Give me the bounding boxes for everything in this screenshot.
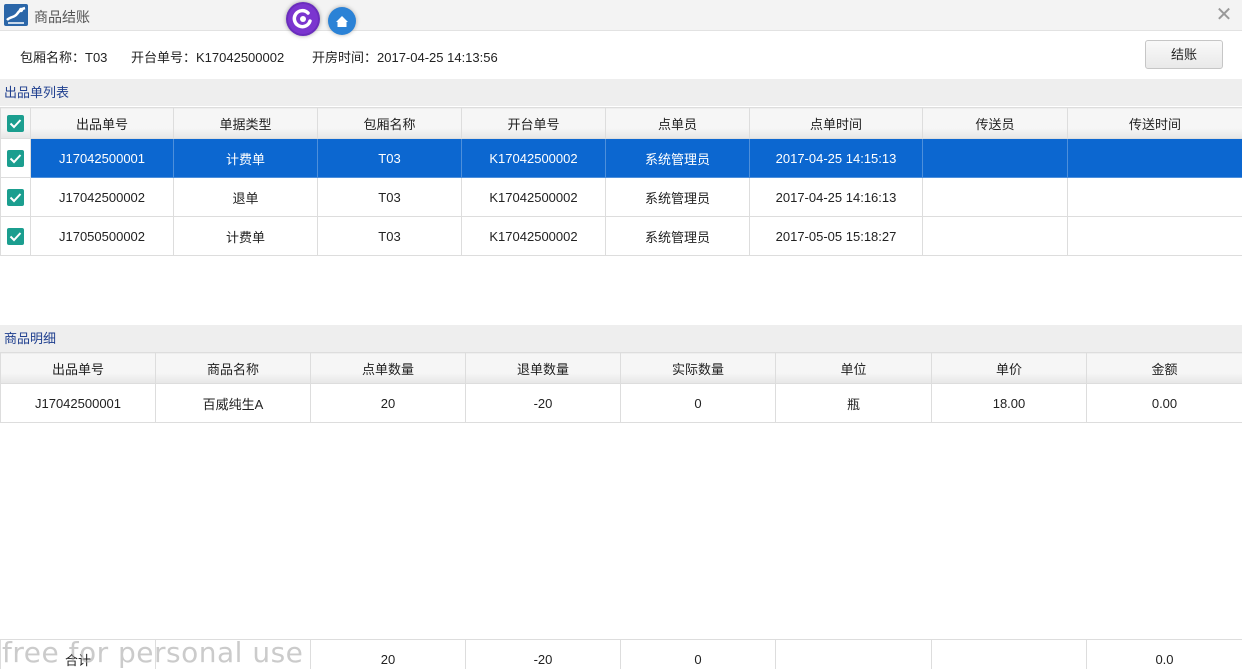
table-row[interactable]: J17050500002 计费单 T03 K17042500002 系统管理员 … <box>0 216 1242 256</box>
table-cell <box>922 138 1068 178</box>
table-cell <box>922 177 1068 217</box>
column-header[interactable]: 出品单号 <box>30 107 174 139</box>
order-list-table: 出品单号 单据类型 包厢名称 开台单号 点单员 点单时间 传送员 传送时间 J1… <box>0 107 1242 256</box>
totals-label: 合计 <box>0 639 156 669</box>
table-cell: J17042500002 <box>30 177 174 217</box>
table-row[interactable]: J17042500001 百威纯生A 20 -20 0 瓶 18.00 0.00 <box>0 383 1242 423</box>
totals-empty-cell <box>775 639 932 669</box>
checkbox-checked-icon <box>7 149 24 167</box>
table-cell: 0.00 <box>1086 383 1242 423</box>
column-header[interactable]: 退单数量 <box>465 352 621 384</box>
column-header[interactable]: 点单员 <box>605 107 750 139</box>
checkbox-checked-icon <box>7 227 24 245</box>
table-cell: 18.00 <box>931 383 1087 423</box>
detail-table-header: 出品单号 商品名称 点单数量 退单数量 实际数量 单位 单价 金额 <box>0 352 1242 384</box>
window-titlebar: 商品结账 ✕ <box>0 0 1242 31</box>
table-row[interactable]: J17042500002 退单 T03 K17042500002 系统管理员 2… <box>0 177 1242 217</box>
column-header[interactable]: 出品单号 <box>0 352 156 384</box>
checkbox-checked-icon <box>7 188 24 206</box>
table-cell: 系统管理员 <box>605 138 750 178</box>
table-cell: T03 <box>317 138 462 178</box>
table-cell: -20 <box>465 383 621 423</box>
column-header[interactable]: 单据类型 <box>173 107 318 139</box>
checkout-button[interactable]: 结账 <box>1145 40 1223 69</box>
table-cell: 系统管理员 <box>605 216 750 256</box>
select-all-checkbox[interactable] <box>0 107 31 139</box>
table-cell: 0 <box>620 383 776 423</box>
row-checkbox[interactable] <box>0 216 31 256</box>
product-detail-section-title: 商品明细 <box>0 325 1242 352</box>
table-cell: J17050500002 <box>30 216 174 256</box>
table-cell <box>1067 138 1242 178</box>
checkbox-checked-icon <box>7 114 24 132</box>
column-header[interactable]: 单价 <box>931 352 1087 384</box>
table-cell: 系统管理员 <box>605 177 750 217</box>
table-cell <box>922 216 1068 256</box>
column-header[interactable]: 传送时间 <box>1067 107 1242 139</box>
totals-row: 合计 20 -20 0 0.0 <box>0 639 1242 669</box>
close-icon: ✕ <box>1215 4 1233 26</box>
row-checkbox[interactable] <box>0 138 31 178</box>
table-cell: J17042500001 <box>0 383 156 423</box>
column-header[interactable]: 点单时间 <box>749 107 923 139</box>
table-cell: 退单 <box>173 177 318 217</box>
totals-order-qty: 20 <box>310 639 466 669</box>
table-cell: 2017-04-25 14:15:13 <box>749 138 923 178</box>
totals-table: 合计 20 -20 0 0.0 <box>0 639 1242 669</box>
order-table-header: 出品单号 单据类型 包厢名称 开台单号 点单员 点单时间 传送员 传送时间 <box>0 107 1242 139</box>
totals-empty-cell <box>155 639 311 669</box>
table-cell: K17042500002 <box>461 138 606 178</box>
table-cell: 2017-05-05 15:18:27 <box>749 216 923 256</box>
table-cell: T03 <box>317 177 462 217</box>
order-list-section-title: 出品单列表 <box>0 79 1242 106</box>
column-header[interactable]: 金额 <box>1086 352 1242 384</box>
table-cell <box>1067 177 1242 217</box>
close-button[interactable]: ✕ <box>1214 3 1234 27</box>
open-time-text: 开房时间：2017-04-25 14:13:56 <box>312 50 498 65</box>
table-row[interactable]: J17042500001 计费单 T03 K17042500002 系统管理员 … <box>0 138 1242 178</box>
table-cell: K17042500002 <box>461 216 606 256</box>
column-header[interactable]: 包厢名称 <box>317 107 462 139</box>
table-cell: T03 <box>317 216 462 256</box>
table-cell: 瓶 <box>775 383 932 423</box>
table-cell: J17042500001 <box>30 138 174 178</box>
app-logo-icon <box>4 4 28 26</box>
totals-empty-cell <box>931 639 1087 669</box>
row-checkbox[interactable] <box>0 177 31 217</box>
table-cell: 2017-04-25 14:16:13 <box>749 177 923 217</box>
column-header[interactable]: 传送员 <box>922 107 1068 139</box>
table-cell: 20 <box>310 383 466 423</box>
column-header[interactable]: 开台单号 <box>461 107 606 139</box>
column-header[interactable]: 实际数量 <box>620 352 776 384</box>
table-cell: 百威纯生A <box>155 383 311 423</box>
product-detail-table: 出品单号 商品名称 点单数量 退单数量 实际数量 单位 单价 金额 J17042… <box>0 352 1242 423</box>
column-header[interactable]: 点单数量 <box>310 352 466 384</box>
window-title: 商品结账 <box>34 9 90 25</box>
table-cell: K17042500002 <box>461 177 606 217</box>
room-info-bar: 包厢名称：T03 开台单号：K17042500002 开房时间：2017-04-… <box>0 31 1242 79</box>
totals-label-text: 合计 <box>64 653 91 668</box>
column-header[interactable]: 商品名称 <box>155 352 311 384</box>
column-header[interactable]: 单位 <box>775 352 932 384</box>
room-name-text: 包厢名称：T03 <box>20 50 108 65</box>
totals-return-qty: -20 <box>465 639 621 669</box>
table-cell <box>1067 216 1242 256</box>
totals-actual-qty: 0 <box>620 639 776 669</box>
totals-amount: 0.0 <box>1086 639 1242 669</box>
table-cell: 计费单 <box>173 216 318 256</box>
open-number-text: 开台单号：K17042500002 <box>131 50 285 65</box>
table-cell: 计费单 <box>173 138 318 178</box>
